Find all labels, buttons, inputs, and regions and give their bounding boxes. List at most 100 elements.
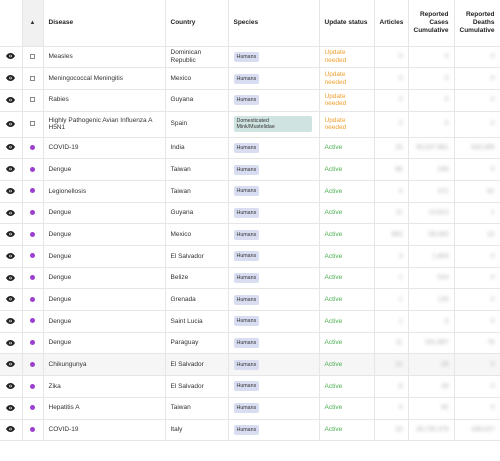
cases-value: 239	[437, 165, 449, 173]
eye-icon[interactable]	[6, 383, 16, 389]
view-cell[interactable]	[0, 89, 23, 112]
country-cell: Spain	[165, 111, 229, 138]
table-row[interactable]: Dengue Taiwan Humans Active 86 239 0	[0, 158, 500, 181]
species-tag: Humans	[233, 142, 260, 153]
table-row[interactable]: Chikungunya El Salvador Humans Active 12 29 0	[0, 353, 500, 377]
table-row[interactable]: Measles Dominican Republic Humans Update ne…	[0, 46, 500, 69]
header-sort-column[interactable]: ▲	[22, 0, 44, 47]
eye-icon[interactable]	[6, 339, 16, 346]
view-cell[interactable]	[0, 67, 23, 90]
table-row[interactable]: Rabies Guyana Humans Update needed 0 0 0	[0, 89, 500, 112]
view-cell[interactable]	[0, 397, 23, 420]
disease-cell: Dengue	[43, 223, 166, 246]
cases-cell: 251,967	[408, 332, 455, 355]
deaths-cell: 0	[454, 67, 500, 90]
table-row[interactable]: Hepatitis A Taiwan Humans Active 4 92 0	[0, 397, 500, 420]
articles-cell: 1	[374, 288, 409, 312]
view-cell[interactable]	[0, 353, 23, 377]
marker-cell	[22, 158, 44, 181]
table-row[interactable]: COVID-19 India Humans Active 25 45,037,961 533…	[0, 137, 500, 160]
header-deaths[interactable]: Reported Deaths Cumulative	[454, 0, 500, 47]
eye-icon[interactable]	[6, 120, 16, 127]
deaths-value: 0	[490, 317, 495, 325]
articles-value: 4	[398, 404, 403, 412]
eye-icon[interactable]	[6, 361, 16, 368]
view-cell[interactable]	[0, 245, 23, 268]
cases-cell: 59,393	[408, 223, 455, 246]
view-cell[interactable]	[0, 137, 23, 160]
eye-icon[interactable]	[6, 426, 16, 433]
articles-cell: 0	[374, 89, 409, 112]
table-row[interactable]: Dengue Grenada Humans Active 1 126 0	[0, 288, 500, 312]
eye-icon[interactable]	[6, 187, 16, 194]
deaths-cell: 0	[454, 288, 500, 312]
table-row[interactable]: Dengue El Salvador Humans Active 3 1,809 0	[0, 245, 500, 268]
deaths-value: 22	[487, 230, 495, 238]
articles-value: 1	[398, 274, 403, 282]
table-row[interactable]: Legionellosis Taiwan Humans Active 4 472 81	[0, 180, 500, 203]
header-disease[interactable]: Disease	[43, 0, 166, 47]
cases-cell: 0	[408, 67, 455, 90]
cases-value: 13,813	[428, 209, 449, 217]
view-cell[interactable]	[0, 158, 23, 181]
disease-cell: Dengue	[43, 158, 166, 181]
eye-icon[interactable]	[6, 53, 16, 60]
eye-icon[interactable]	[6, 166, 16, 173]
eye-icon[interactable]	[6, 252, 16, 259]
species-cell: Humans	[228, 419, 320, 442]
eye-icon[interactable]	[6, 144, 16, 151]
view-cell[interactable]	[0, 375, 23, 398]
header-row: ▲ Disease Country Species Update status …	[0, 0, 500, 47]
view-cell[interactable]	[0, 111, 23, 138]
cases-value: 0	[444, 74, 449, 82]
species-cell: Humans	[228, 310, 320, 333]
checkbox-icon[interactable]	[30, 121, 35, 127]
view-cell[interactable]	[0, 202, 23, 225]
view-cell[interactable]	[0, 180, 23, 203]
eye-icon[interactable]	[6, 296, 16, 303]
deaths-value: 533,389	[471, 144, 495, 152]
view-cell[interactable]	[0, 310, 23, 333]
species-tag: Humans	[233, 95, 260, 106]
eye-icon[interactable]	[6, 96, 16, 103]
table-row[interactable]: Highly Pathogenic Avian Influenza A H5N1…	[0, 111, 500, 138]
cases-value: 92	[441, 404, 449, 412]
articles-cell: 15	[374, 419, 409, 442]
eye-icon[interactable]	[6, 75, 16, 82]
view-cell[interactable]	[0, 332, 23, 355]
checkbox-icon[interactable]	[30, 75, 35, 81]
eye-icon[interactable]	[6, 404, 16, 411]
table-row[interactable]: Zika El Salvador Humans Active 8 29 0	[0, 375, 500, 398]
disease-cell: Dengue	[43, 267, 166, 290]
eye-icon[interactable]	[6, 274, 16, 281]
view-cell[interactable]	[0, 419, 23, 442]
header-cases[interactable]: Reported Cases Cumulative	[408, 0, 455, 47]
table-row[interactable]: Dengue Mexico Humans Active 863 59,393 22	[0, 223, 500, 246]
table-row[interactable]: Dengue Saint Lucia Humans Active 1 5 0	[0, 310, 500, 333]
cases-value: 5	[444, 317, 449, 325]
header-articles[interactable]: Articles	[374, 0, 409, 47]
deaths-cell: 0	[454, 353, 500, 377]
header-update-status[interactable]: Update status	[319, 0, 375, 47]
checkbox-icon[interactable]	[30, 53, 35, 59]
articles-value: 4	[398, 187, 403, 195]
view-cell[interactable]	[0, 46, 23, 69]
cases-value: 0	[444, 53, 449, 61]
view-cell[interactable]	[0, 223, 23, 246]
header-species[interactable]: Species	[228, 0, 320, 47]
table-row[interactable]: Dengue Guyana Humans Active 11 13,813 1	[0, 202, 500, 225]
view-cell[interactable]	[0, 288, 23, 312]
view-cell[interactable]	[0, 267, 23, 290]
table-row[interactable]: Meningococcal Meningitis Mexico Humans Upda…	[0, 67, 500, 90]
cases-cell: 5	[408, 310, 455, 333]
header-country[interactable]: Country	[165, 0, 229, 47]
table-row[interactable]: Dengue Belize Humans Active 1 524 0	[0, 267, 500, 290]
eye-icon[interactable]	[6, 231, 16, 238]
articles-cell: 0	[374, 111, 409, 138]
species-cell: Humans	[228, 180, 320, 203]
eye-icon[interactable]	[6, 209, 16, 216]
eye-icon[interactable]	[6, 317, 16, 324]
table-row[interactable]: COVID-19 Italy Humans Active 15 26,735,379 196…	[0, 419, 500, 442]
checkbox-icon[interactable]	[30, 97, 35, 103]
table-row[interactable]: Dengue Paraguay Humans Active 11 251,967 76	[0, 332, 500, 355]
